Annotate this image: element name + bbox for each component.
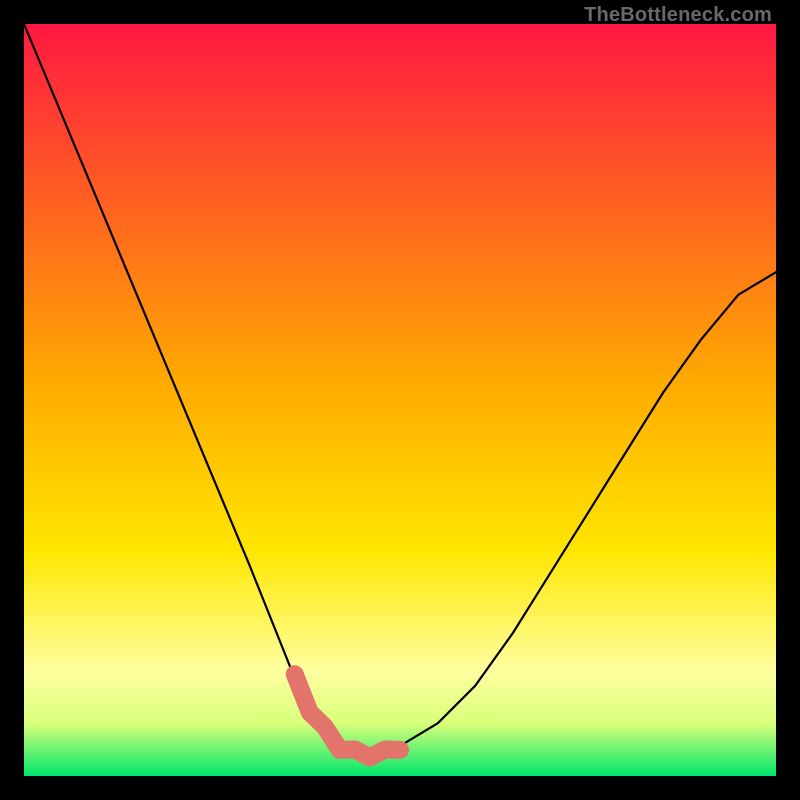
chart-frame: TheBottleneck.com xyxy=(0,0,800,800)
chart-svg xyxy=(24,24,776,776)
gradient-background xyxy=(24,24,776,776)
plot-area xyxy=(24,24,776,776)
